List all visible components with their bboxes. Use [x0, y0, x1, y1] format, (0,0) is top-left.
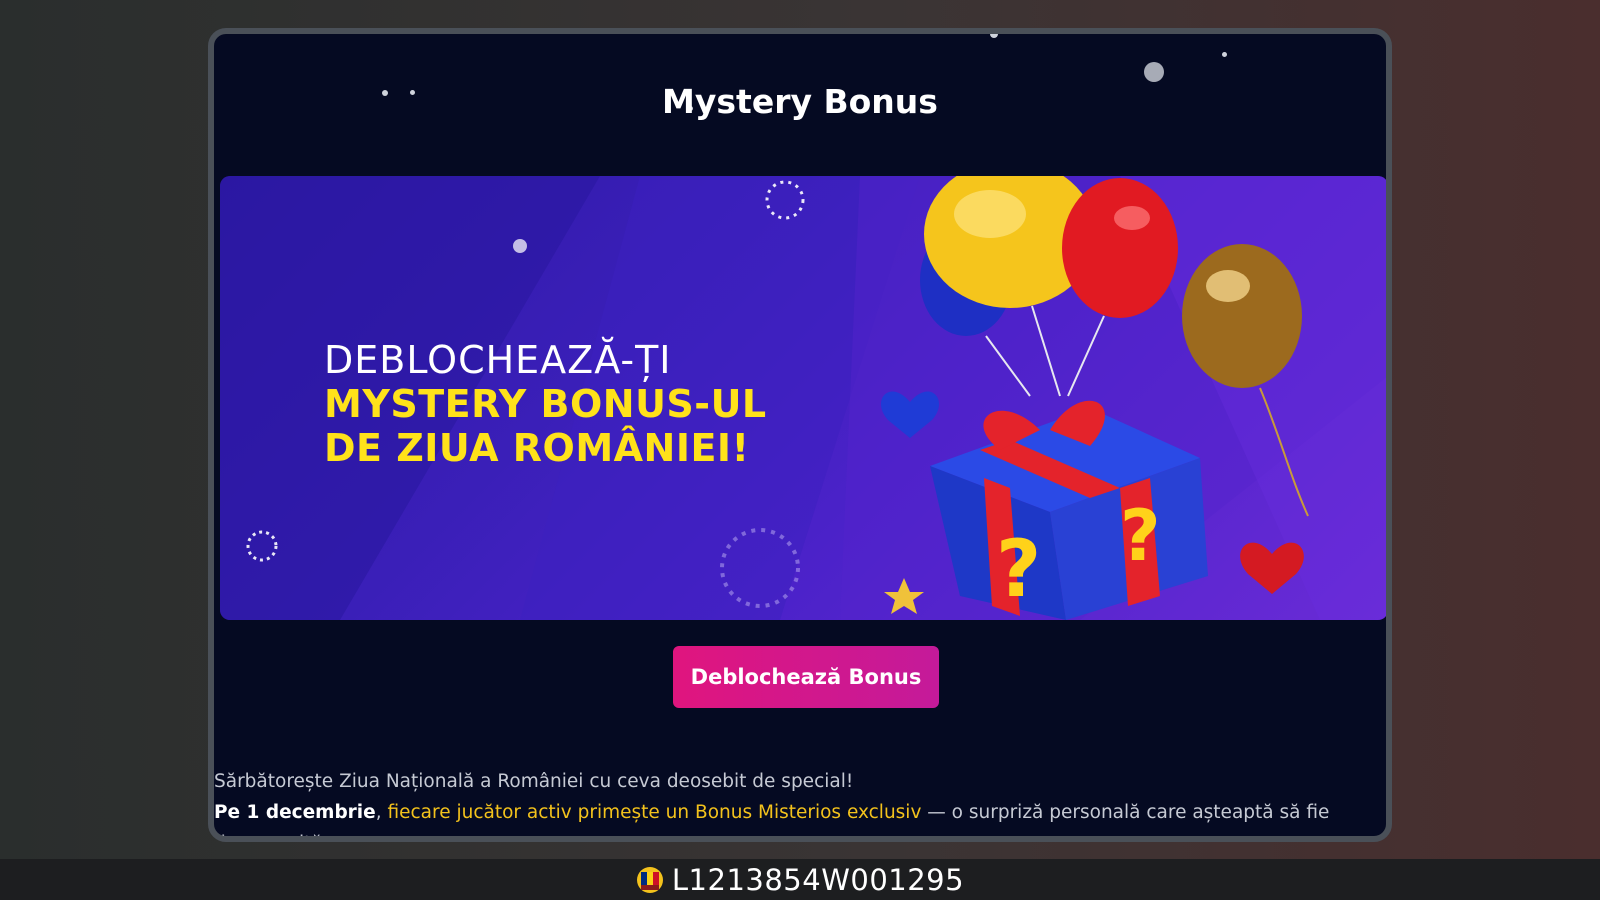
unlock-bonus-button[interactable]: Deblochează Bonus	[673, 646, 939, 708]
description-highlight: fiecare jucător activ primește un Bonus …	[387, 802, 922, 823]
svg-text:?: ?	[996, 525, 1041, 615]
description-line-1: Sărbătorește Ziua Națională a României c…	[214, 771, 854, 792]
modal-title: Mystery Bonus	[662, 82, 938, 121]
description-date: Pe 1 decembrie	[214, 802, 376, 823]
romania-onjn-badge-icon	[636, 866, 663, 893]
headline-line-2: MYSTERY BONUS-UL	[324, 382, 767, 426]
banner-headline: DEBLOCHEAZĂ-ȚI MYSTERY BONUS-UL DE ZIUA …	[324, 338, 767, 470]
svg-text:?: ?	[1120, 495, 1161, 577]
description-separator: ,	[375, 802, 388, 823]
snow-particle	[1222, 52, 1227, 57]
snow-particle	[990, 34, 998, 38]
mystery-bonus-modal: Mystery Bonus ? ? DEBLOCHEAZĂ-ȚI MYSTERY…	[208, 28, 1392, 842]
snow-particle	[1144, 62, 1164, 82]
license-id: L1213854W001295	[671, 862, 965, 897]
promo-banner: ? ? DEBLOCHEAZĂ-ȚI MYSTERY BONUS-UL DE Z…	[220, 176, 1386, 620]
headline-line-1: DEBLOCHEAZĂ-ȚI	[324, 338, 672, 382]
description-line-2: Pe 1 decembrie, fiecare jucător activ pr…	[214, 797, 1386, 836]
license-footer: L1213854W001295	[0, 859, 1600, 900]
promo-description: Sărbătorește Ziua Națională a României c…	[214, 766, 1386, 836]
headline-line-3: DE ZIUA ROMÂNIEI!	[324, 426, 750, 470]
